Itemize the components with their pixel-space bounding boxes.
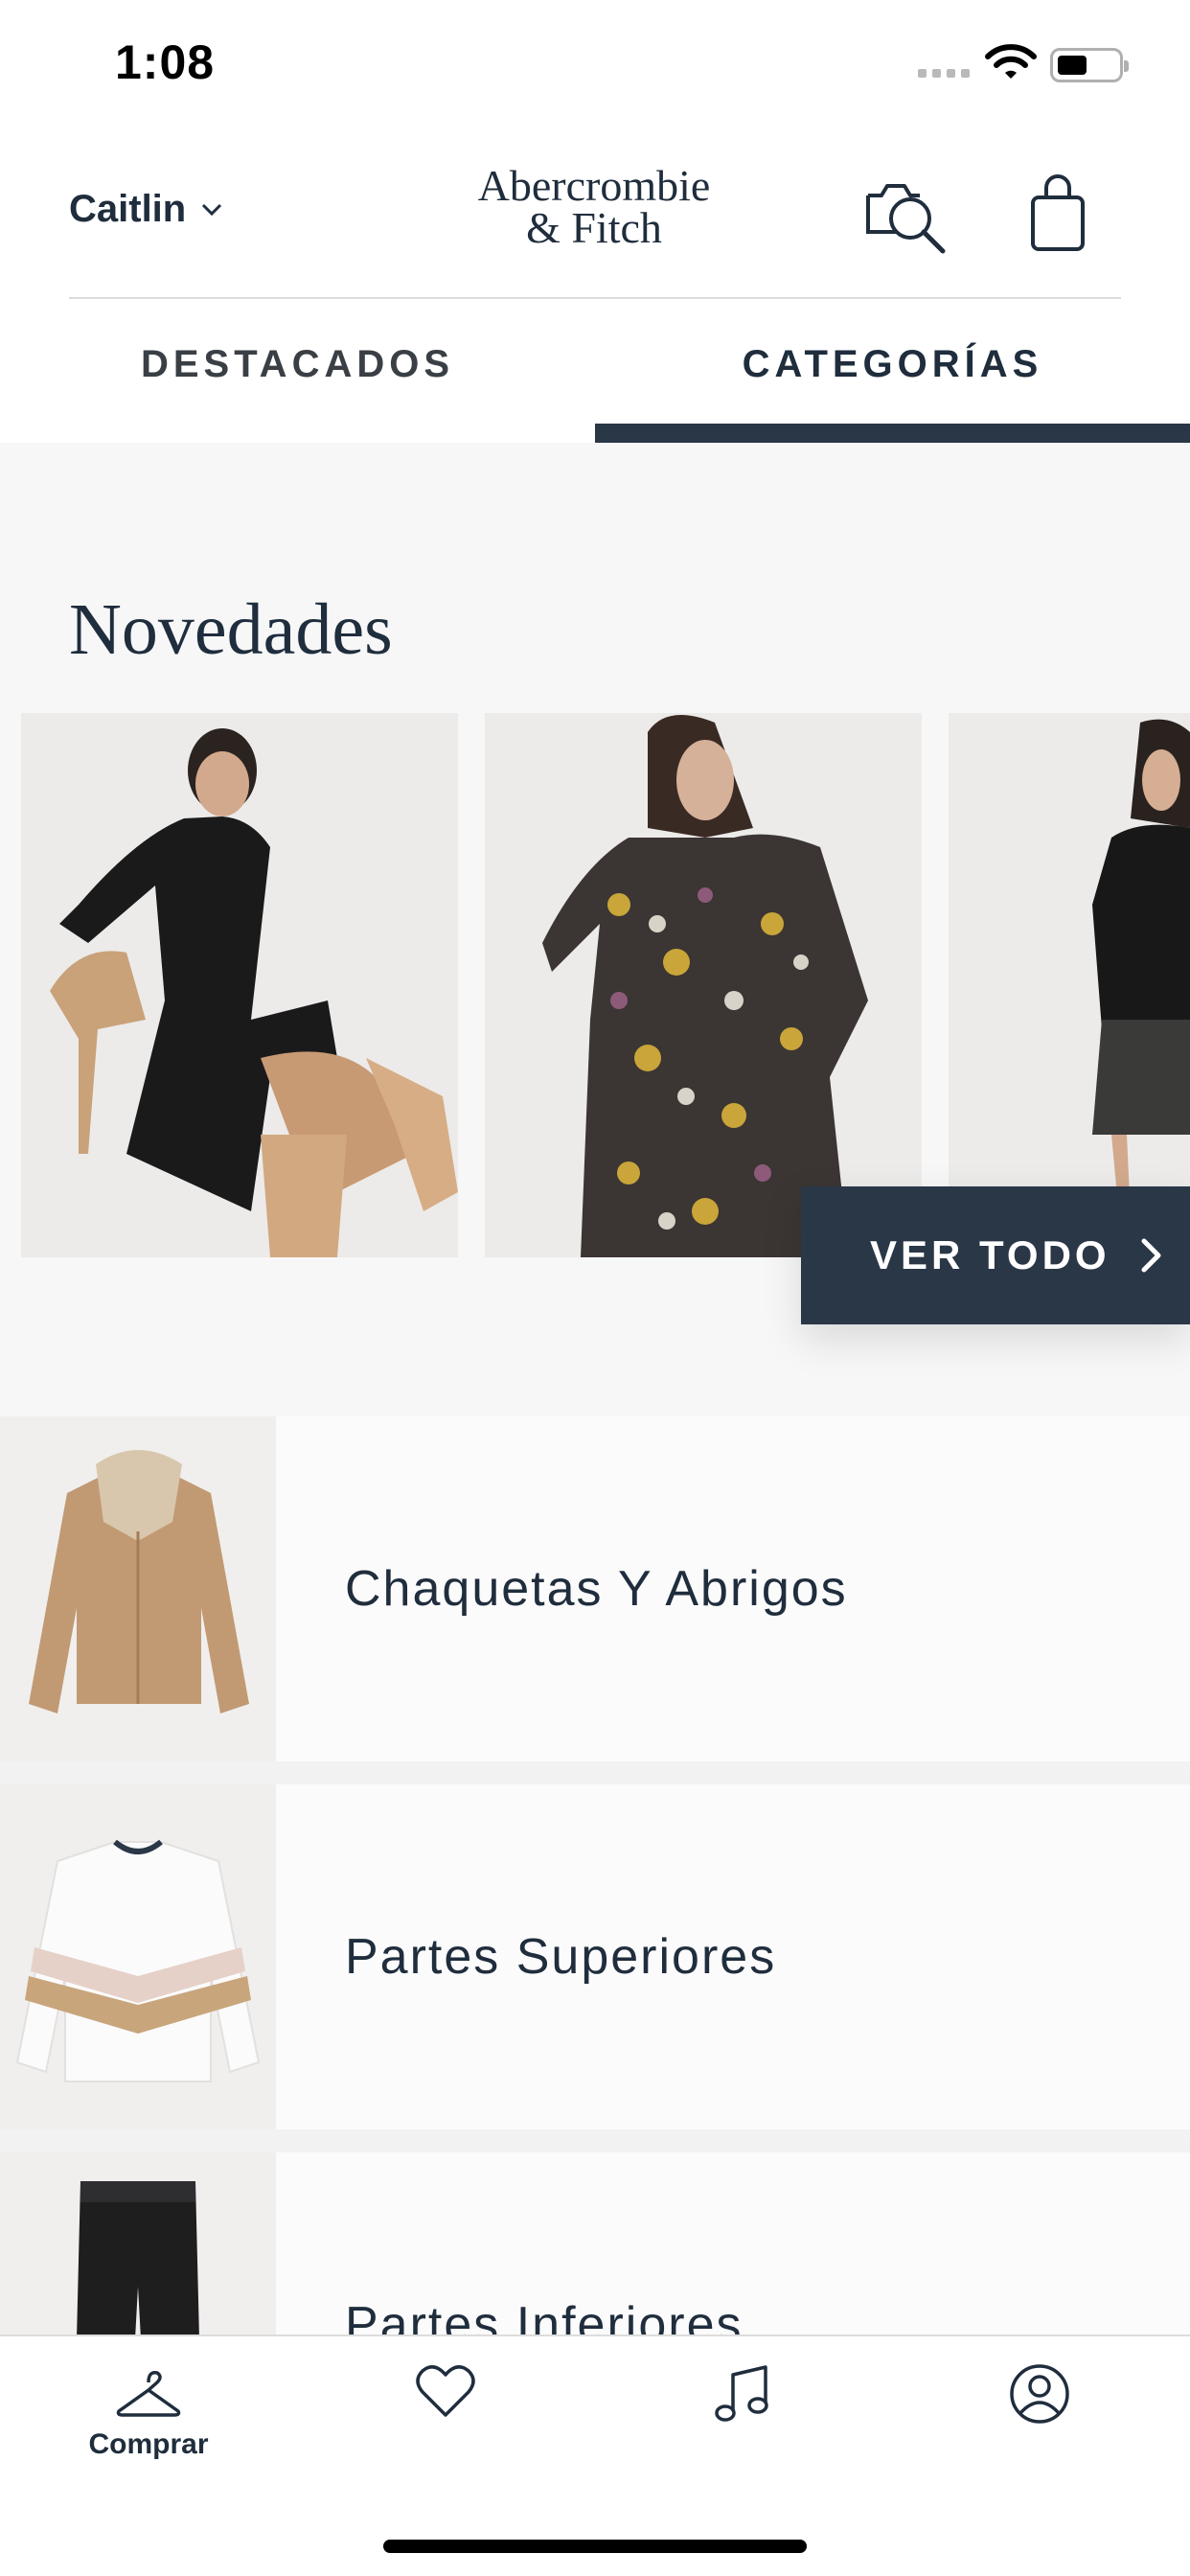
shopping-bag-icon[interactable] [1027,174,1088,253]
home-indicator [383,2540,807,2553]
see-all-button[interactable]: VER TODO [801,1186,1190,1324]
nav-music[interactable] [594,2336,891,2509]
account-selector[interactable]: Caitlin [69,188,222,231]
product-card-black-dress[interactable] [21,713,458,1257]
novedades-section: Novedades VER TODO [0,443,1190,1416]
floral-dress-photo [485,713,922,1257]
heart-icon [416,2365,475,2417]
hanger-icon [116,2370,181,2417]
account-name: Caitlin [69,188,187,230]
product-card-floral-dress[interactable] [485,713,922,1257]
music-note-icon [715,2365,768,2422]
brand-logo[interactable]: Abercrombie & Fitch [460,161,728,252]
category-label: Chaquetas Y Abrigos [345,1561,848,1617]
tab-destacados[interactable]: DESTACADOS [0,299,595,443]
logo-line-1: Abercrombie [477,161,711,210]
category-label: Partes Superiores [345,1929,777,1985]
status-time: 1:08 [115,35,216,89]
nav-label-shop: Comprar [88,2428,209,2460]
row-divider [0,1761,1190,1784]
segment-tabs: DESTACADOS CATEGORÍAS [0,299,1190,443]
jacket-photo [0,1416,276,1761]
category-thumbnail [0,1416,276,1761]
app-header: Caitlin Abercrombie & Fitch [0,126,1190,299]
section-title: Novedades [69,589,393,670]
nav-profile[interactable] [891,2336,1188,2509]
see-all-label: VER TODO [870,1232,1110,1277]
wifi-icon [985,44,1037,79]
nav-wishlist[interactable] [297,2336,594,2509]
tab-categorias[interactable]: CATEGORÍAS [595,299,1190,443]
tab-selected-indicator [595,424,1190,443]
category-row-tops[interactable]: Partes Superiores [0,1784,1190,2129]
category-thumbnail [0,1784,276,2129]
black-dress-photo [21,713,458,1257]
profile-icon [1010,2364,1069,2424]
logo-line-2: & Fitch [526,203,662,252]
sweater-photo [0,1784,276,2129]
row-divider [0,2129,1190,2152]
leather-jacket-photo [949,713,1190,1257]
chevron-down-icon [202,203,222,216]
signal-icon [918,69,970,78]
product-card-leather-jacket[interactable] [949,713,1190,1257]
category-row-jackets[interactable]: Chaquetas Y Abrigos [0,1416,1190,1761]
camera-search-icon[interactable] [862,174,954,255]
battery-icon [1050,48,1129,82]
nav-shop[interactable]: Comprar [0,2336,297,2509]
status-bar: 1:08 [0,0,1190,126]
chevron-right-icon [1141,1238,1161,1273]
